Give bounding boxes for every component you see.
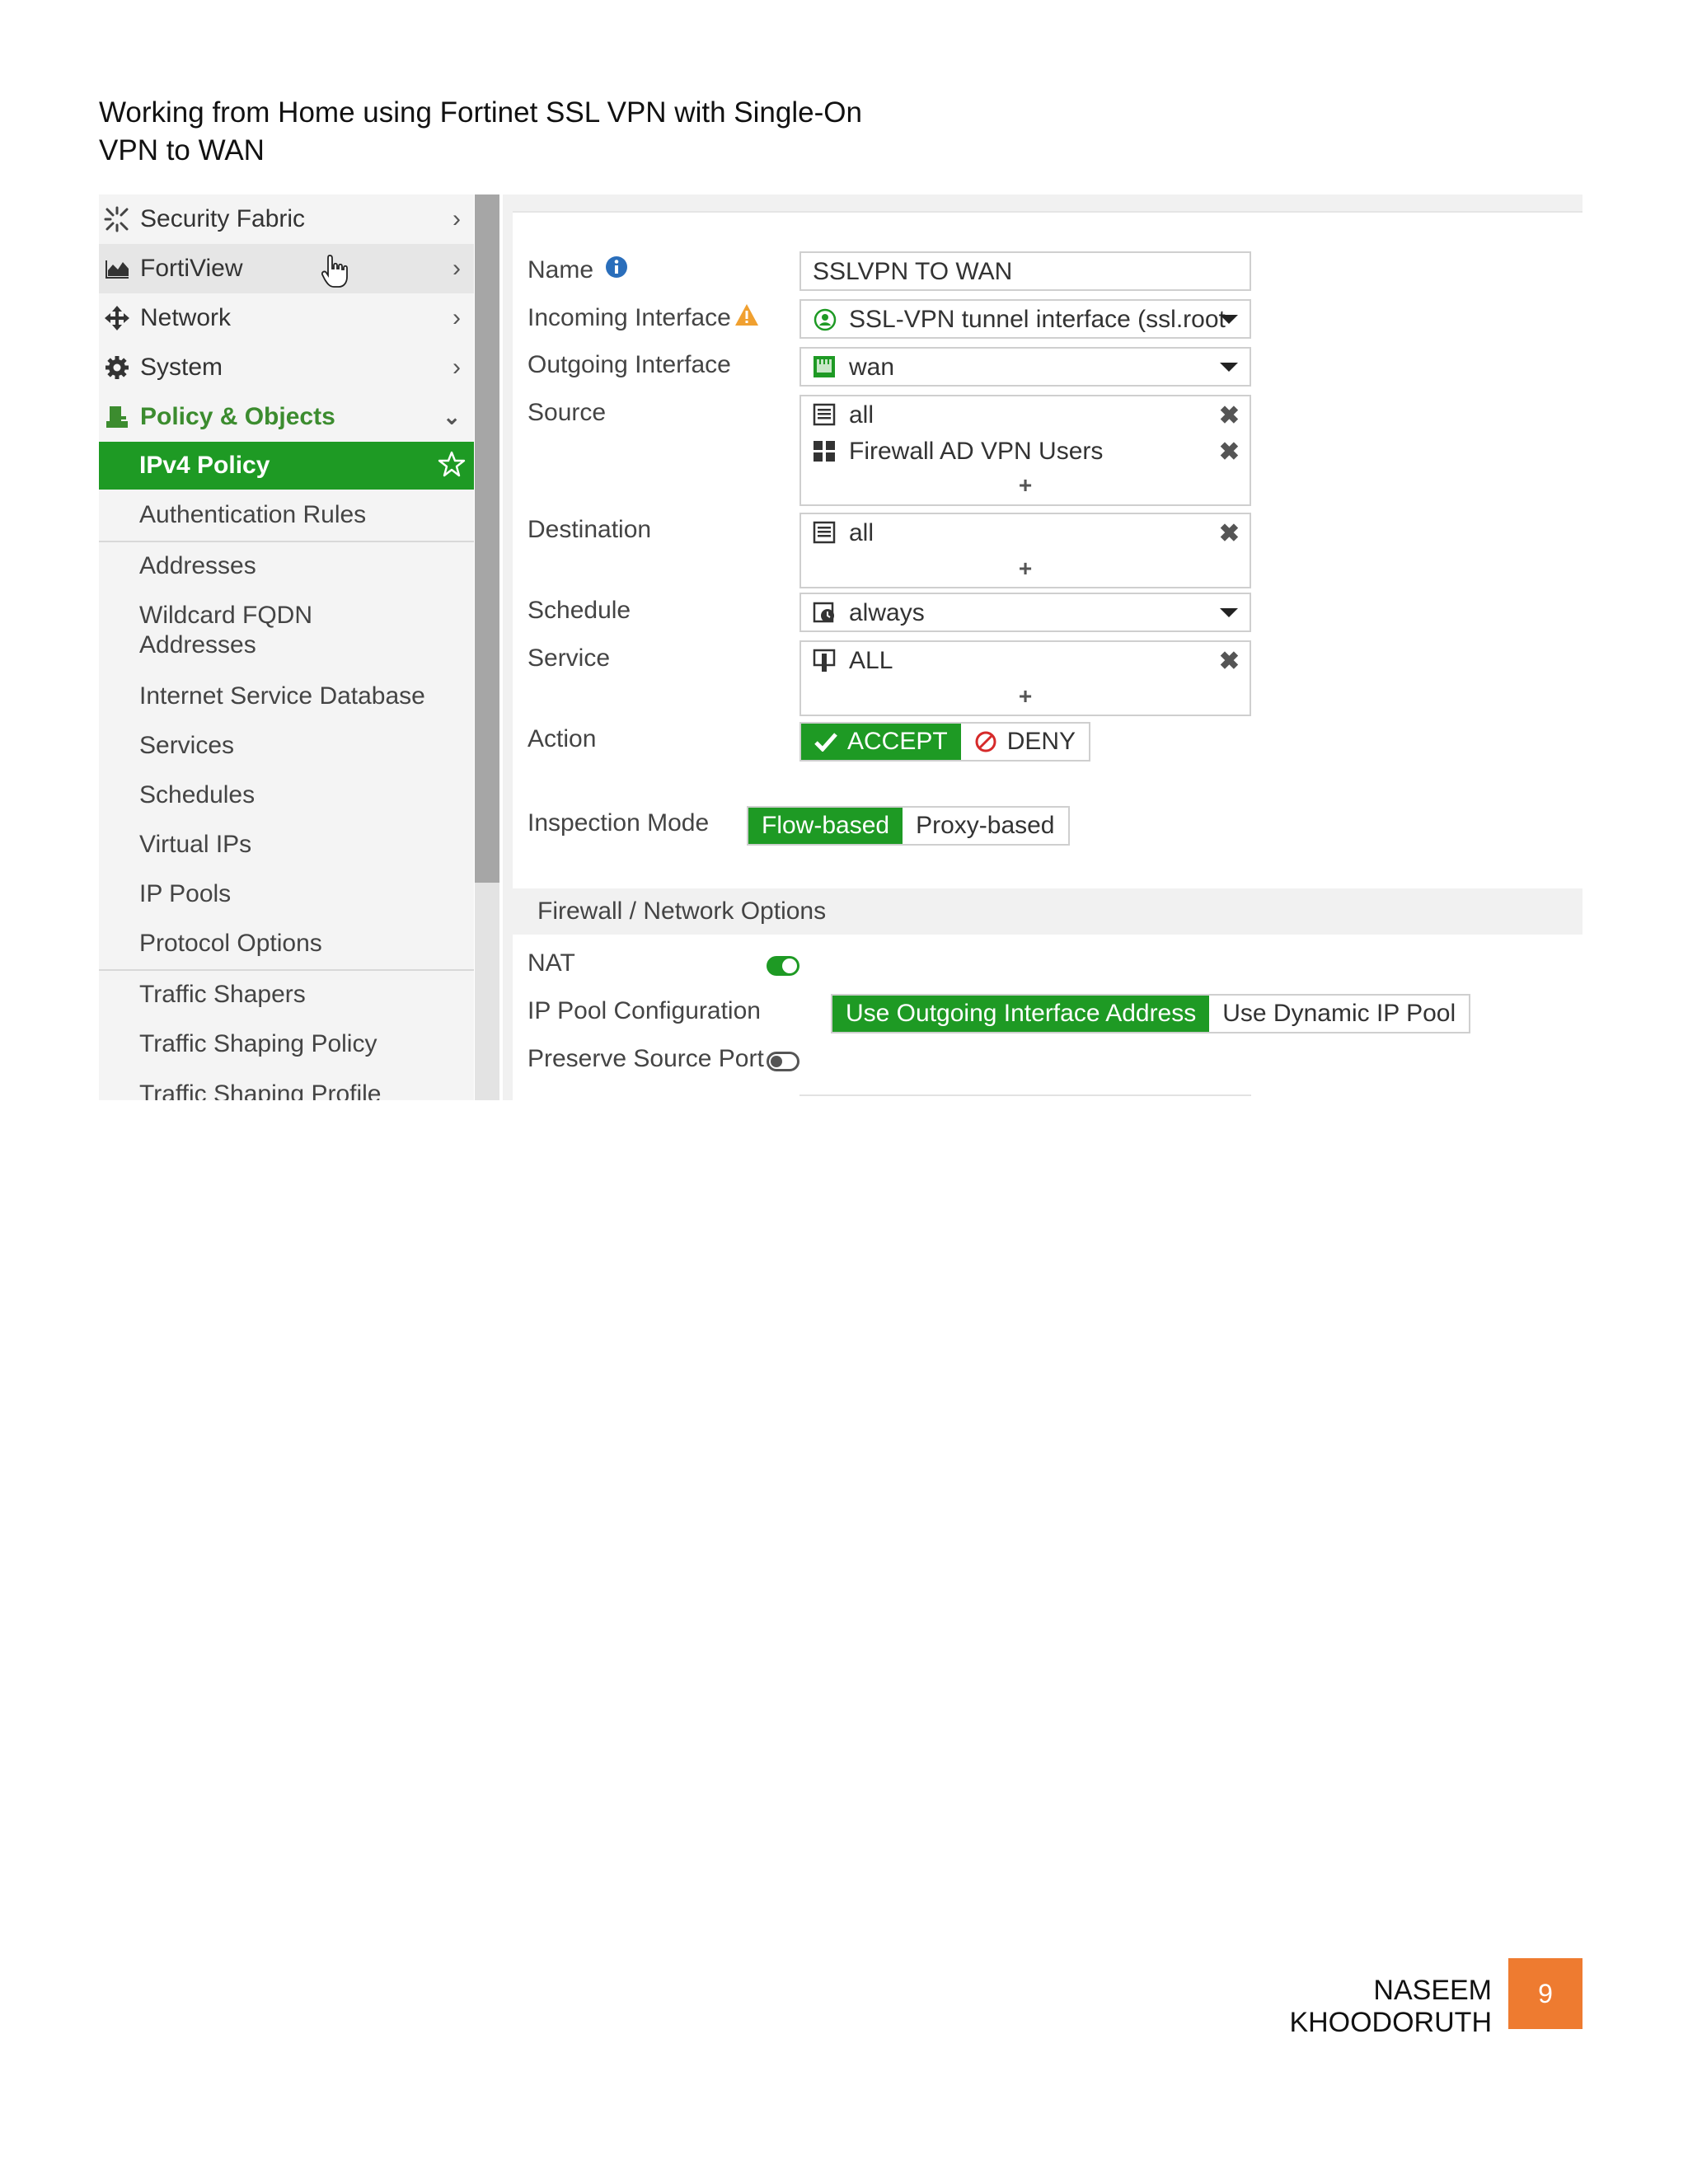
gear-icon [102, 353, 132, 382]
source-field[interactable]: all ✖ Firewall AD VPN Users ✖ + [799, 395, 1251, 506]
inspection-mode-label: Inspection Mode [528, 809, 710, 837]
inspection-mode-toggle: Flow-based Proxy-based [747, 806, 1070, 846]
user-group-icon [813, 439, 837, 464]
port-icon [813, 355, 837, 380]
firewall-network-options-header: Firewall / Network Options [513, 888, 1582, 935]
schedule-clock-icon [813, 601, 837, 626]
favorite-star-icon[interactable] [438, 450, 466, 485]
sidebar-item-wildcard-fqdn[interactable]: Wildcard FQDN Addresses [139, 601, 354, 660]
sidebar-divider [99, 541, 474, 542]
sidebar-item-fortiview[interactable]: FortiView › [99, 244, 474, 293]
schedule-label: Schedule [528, 597, 631, 624]
policy-edit-panel: Name SSLVPN TO WAN Incoming Interface SS… [503, 194, 1582, 1100]
sidebar-item-network[interactable]: Network › [99, 293, 474, 343]
warning-icon [734, 303, 759, 333]
nat-toggle[interactable] [767, 956, 799, 976]
proxy-based-button[interactable]: Proxy-based [903, 808, 1068, 844]
address-icon [813, 403, 837, 428]
sidebar-item-services[interactable]: Services [139, 731, 474, 761]
sidebar-item-authentication-rules[interactable]: Authentication Rules [139, 500, 474, 530]
outgoing-interface-label: Outgoing Interface [528, 351, 731, 378]
sidebar-item-label: System [140, 354, 223, 381]
destination-field[interactable]: all ✖ + [799, 513, 1251, 588]
use-dynamic-ip-pool-button[interactable]: Use Dynamic IP Pool [1209, 996, 1470, 1032]
destination-label: Destination [528, 516, 652, 543]
sidebar-nav: Security Fabric › FortiView › Network › … [99, 194, 474, 1100]
author-name: NASEEM KHOODORUTH [1289, 1975, 1492, 2038]
address-icon [813, 521, 837, 546]
name-label: Name [528, 255, 628, 285]
checkmark-icon [814, 733, 837, 752]
fortigate-screenshot: Security Fabric › FortiView › Network › … [99, 194, 1582, 1100]
sidebar-item-label: IPv4 Policy [139, 452, 270, 479]
policy-objects-icon [102, 402, 132, 432]
accept-button[interactable]: ACCEPT [801, 724, 961, 760]
sidebar-item-traffic-shaping-policy[interactable]: Traffic Shaping Policy [139, 1029, 474, 1059]
fortiview-chart-icon [102, 254, 132, 284]
remove-service-all-icon[interactable]: ✖ [1219, 647, 1240, 676]
security-fabric-icon [102, 204, 132, 234]
dropdown-caret-icon [1220, 315, 1238, 324]
remove-source-group-icon[interactable]: ✖ [1219, 438, 1240, 466]
network-arrows-icon [102, 303, 132, 333]
info-icon[interactable] [605, 255, 628, 285]
sidebar-item-label: Security Fabric [140, 205, 306, 232]
preserve-source-port-label: Preserve Source Port [528, 1045, 764, 1072]
source-label: Source [528, 399, 607, 426]
sidebar-item-security-fabric[interactable]: Security Fabric › [99, 194, 474, 244]
next-field-edge [799, 1094, 1251, 1096]
incoming-interface-label: Incoming Interface [528, 303, 759, 333]
document-title: Working from Home using Fortinet SSL VPN… [99, 96, 862, 166]
ssl-tunnel-icon [813, 307, 837, 332]
sidebar-item-internet-service-database[interactable]: Internet Service Database [139, 682, 474, 711]
deny-circle-icon [975, 731, 996, 752]
name-input[interactable]: SSLVPN TO WAN [799, 251, 1251, 291]
chevron-right-icon: › [452, 304, 461, 331]
sidebar-item-ipv4-policy[interactable]: IPv4 Policy [99, 442, 474, 490]
outgoing-interface-select[interactable]: wan [799, 347, 1251, 387]
sidebar-item-addresses[interactable]: Addresses [139, 551, 474, 581]
action-label: Action [528, 725, 597, 752]
sidebar-section-label: Policy & Objects [140, 403, 335, 430]
sidebar-item-protocol-options[interactable]: Protocol Options [139, 929, 474, 958]
chevron-down-icon: ⌄ [443, 404, 461, 429]
sidebar-scrollbar-thumb[interactable] [475, 194, 499, 883]
chevron-right-icon: › [452, 354, 461, 381]
service-label: Service [528, 644, 611, 672]
service-icon [813, 649, 837, 673]
sidebar-divider [99, 969, 474, 971]
sidebar-item-label: Network [140, 304, 232, 331]
service-field[interactable]: ALL ✖ + [799, 640, 1251, 716]
chevron-right-icon: › [452, 205, 461, 232]
flow-based-button[interactable]: Flow-based [748, 808, 903, 844]
sidebar-item-virtual-ips[interactable]: Virtual IPs [139, 830, 474, 860]
incoming-interface-select[interactable]: SSL-VPN tunnel interface (ssl.root [799, 299, 1251, 339]
nat-label: NAT [528, 949, 575, 977]
schedule-select[interactable]: always [799, 593, 1251, 632]
chevron-right-icon: › [452, 255, 461, 282]
page-number-badge: 9 [1508, 1958, 1582, 2029]
preserve-source-port-toggle[interactable] [767, 1052, 799, 1071]
add-service-icon[interactable]: + [801, 683, 1250, 710]
sidebar-item-system[interactable]: System › [99, 343, 474, 392]
action-toggle: ACCEPT DENY [799, 722, 1091, 762]
add-destination-icon[interactable]: + [801, 555, 1250, 582]
sidebar-item-schedules[interactable]: Schedules [139, 780, 474, 810]
hand-cursor-icon [321, 254, 349, 295]
remove-source-all-icon[interactable]: ✖ [1219, 401, 1240, 430]
remove-destination-all-icon[interactable]: ✖ [1219, 519, 1240, 548]
dropdown-caret-icon [1220, 363, 1238, 372]
deny-button[interactable]: DENY [960, 724, 1090, 760]
dropdown-caret-icon [1220, 608, 1238, 617]
sidebar-item-policy-objects[interactable]: Policy & Objects ⌄ [99, 392, 474, 442]
add-source-icon[interactable]: + [801, 472, 1250, 499]
sidebar-item-label: FortiView [140, 255, 243, 282]
ip-pool-toggle: Use Outgoing Interface Address Use Dynam… [831, 994, 1471, 1033]
ip-pool-label: IP Pool Configuration [528, 997, 761, 1024]
use-outgoing-interface-button[interactable]: Use Outgoing Interface Address [832, 996, 1210, 1032]
sidebar-item-traffic-shaping-profile[interactable]: Traffic Shaping Profile [139, 1080, 474, 1100]
sidebar-item-ip-pools[interactable]: IP Pools [139, 879, 474, 909]
sidebar-item-traffic-shapers[interactable]: Traffic Shapers [139, 980, 474, 1010]
